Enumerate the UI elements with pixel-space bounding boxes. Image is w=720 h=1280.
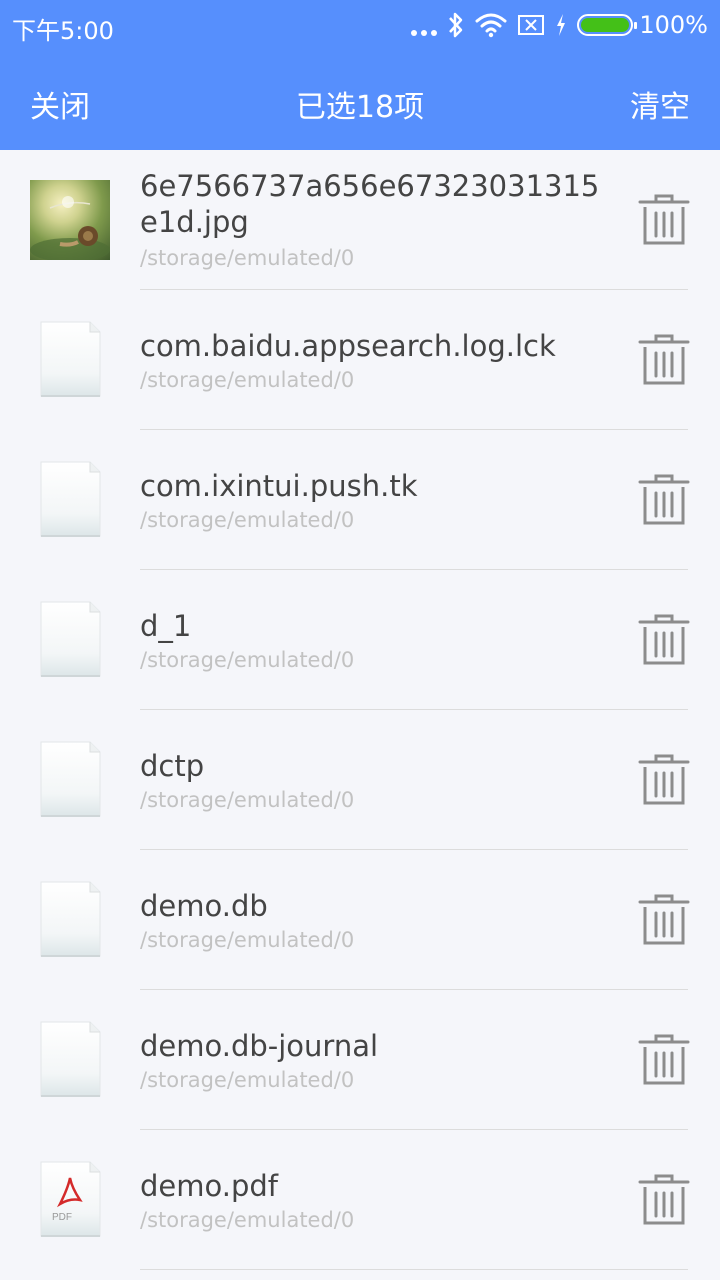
- file-icon: [30, 740, 110, 820]
- battery-percent: 100%: [639, 11, 708, 39]
- file-name: dctp: [140, 749, 205, 783]
- file-name: demo.db: [140, 889, 268, 923]
- trash-icon[interactable]: [638, 1033, 690, 1087]
- pdf-label: PDF: [52, 1212, 72, 1223]
- battery-icon: [577, 14, 638, 36]
- bluetooth-icon: [449, 12, 463, 38]
- file-name: com.baidu.appsearch.log.lck: [140, 329, 556, 363]
- file-icon: [30, 1020, 110, 1100]
- file-path: /storage/emulated/0: [140, 1068, 355, 1092]
- file-row[interactable]: d_1/storage/emulated/0: [0, 570, 720, 710]
- title-bar: 关闭 已选18项 清空: [0, 52, 720, 150]
- more-dots-icon: [411, 14, 438, 36]
- page-title: 已选18项: [295, 90, 425, 125]
- file-path: /storage/emulated/0: [140, 648, 355, 672]
- file-icon: [30, 600, 110, 680]
- file-row[interactable]: com.ixintui.push.tk/storage/emulated/0: [0, 430, 720, 570]
- image-thumbnail: [30, 180, 110, 260]
- file-name: 6e7566737a656e67323031315e1d.jpg: [140, 169, 600, 239]
- battery-fill: [581, 18, 630, 32]
- trash-icon[interactable]: [638, 193, 690, 247]
- file-row[interactable]: PDF demo.pdf/storage/emulated/0: [0, 1130, 720, 1270]
- file-name: demo.pdf: [140, 1169, 278, 1203]
- charging-icon: [557, 14, 566, 36]
- trash-icon[interactable]: [638, 333, 690, 387]
- file-row[interactable]: demo.db/storage/emulated/0: [0, 850, 720, 990]
- pdf-file-icon: PDF: [30, 1160, 110, 1240]
- trash-icon[interactable]: [638, 893, 690, 947]
- file-path: /storage/emulated/0: [140, 368, 355, 392]
- file-name: d_1: [140, 609, 192, 643]
- file-icon: [30, 460, 110, 540]
- wifi-icon: [475, 13, 507, 38]
- file-path: /storage/emulated/0: [140, 1208, 355, 1232]
- file-name: com.ixintui.push.tk: [140, 469, 418, 503]
- file-row[interactable]: demo.db-journal/storage/emulated/0: [0, 990, 720, 1130]
- header-bar: 下午5:00 100% 关闭 已选18项 清空: [0, 0, 720, 150]
- trash-icon[interactable]: [638, 473, 690, 527]
- file-name: demo.db-journal: [140, 1029, 379, 1063]
- file-row[interactable]: 6e7566737a656e67323031315e1d.jpg/storage…: [0, 150, 720, 290]
- sim-none-icon: [518, 15, 545, 35]
- file-icon: [30, 880, 110, 960]
- file-path: /storage/emulated/0: [140, 788, 355, 812]
- file-row[interactable]: com.baidu.appsearch.log.lck/storage/emul…: [0, 290, 720, 430]
- trash-icon[interactable]: [638, 613, 690, 667]
- trash-icon[interactable]: [638, 753, 690, 807]
- selected-file-list: 6e7566737a656e67323031315e1d.jpg/storage…: [0, 150, 720, 1270]
- clear-button[interactable]: 清空: [630, 82, 690, 126]
- file-icon: [30, 320, 110, 400]
- divider: [140, 1269, 688, 1270]
- status-bar: 下午5:00 100%: [0, 0, 720, 52]
- status-time: 下午5:00: [12, 17, 114, 45]
- status-icons: 100%: [401, 8, 708, 42]
- file-path: /storage/emulated/0: [140, 928, 355, 952]
- file-path: /storage/emulated/0: [140, 508, 355, 532]
- file-row[interactable]: dctp/storage/emulated/0: [0, 710, 720, 850]
- trash-icon[interactable]: [638, 1173, 690, 1227]
- file-path: /storage/emulated/0: [140, 246, 355, 270]
